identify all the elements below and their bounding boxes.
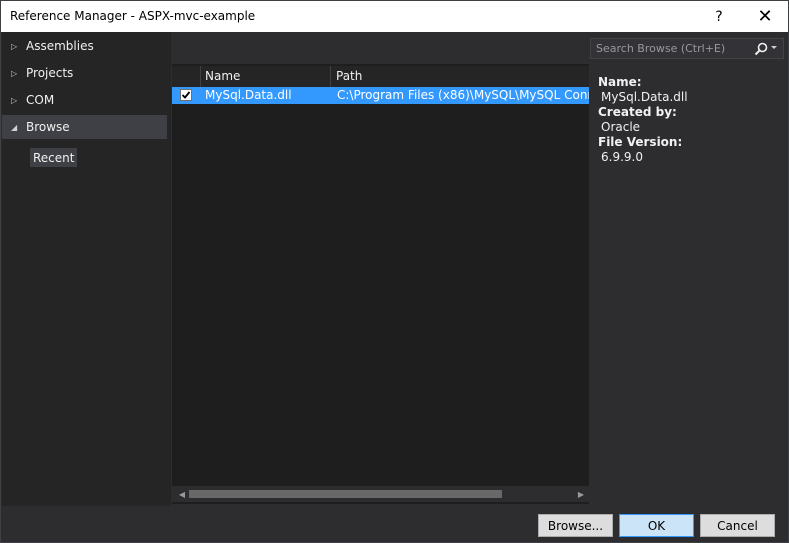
detail-name-label: Name: — [598, 75, 642, 89]
detail-name-value: MySql.Data.dll — [601, 90, 688, 104]
nav-item-com[interactable]: ▷ COM — [2, 88, 167, 112]
nav-item-label: Projects — [26, 66, 74, 80]
detail-created-value: Oracle — [601, 120, 641, 134]
left-navigation: ▷ Assemblies ▷ Projects ▷ COM ◢ Browse R… — [2, 32, 171, 506]
scrollbar-thumb[interactable] — [189, 490, 502, 498]
expand-arrow-icon: ▷ — [11, 41, 18, 51]
column-header-path[interactable]: Path — [331, 66, 594, 87]
detail-version-label: File Version: — [598, 135, 683, 149]
title-bar: Reference Manager - ASPX-mvc-example ? ✕ — [1, 1, 788, 32]
cancel-button[interactable]: Cancel — [700, 514, 775, 537]
horizontal-scrollbar[interactable]: ◀ ▶ — [172, 486, 589, 502]
ok-button[interactable]: OK — [619, 514, 694, 537]
reference-manager-dialog: Reference Manager - ASPX-mvc-example ? ✕… — [0, 0, 789, 543]
nav-item-label: Assemblies — [26, 39, 94, 53]
expand-arrow-icon: ▷ — [11, 95, 18, 105]
checkmark-icon — [181, 91, 191, 99]
nav-item-projects[interactable]: ▷ Projects — [2, 61, 167, 85]
row-checkbox[interactable] — [180, 89, 192, 101]
window-title: Reference Manager - ASPX-mvc-example — [10, 9, 256, 23]
column-headers: Name Path — [172, 66, 589, 87]
scroll-left-icon[interactable]: ◀ — [174, 486, 190, 502]
reference-list: Name Path MySql.Data.dll C:\Program File… — [172, 64, 589, 504]
details-panel: Name: MySql.Data.dll Created by: Oracle … — [590, 64, 784, 506]
nav-item-label: Browse — [26, 120, 70, 134]
table-row[interactable]: MySql.Data.dll C:\Program Files (x86)\My… — [172, 87, 589, 104]
collapse-arrow-icon: ◢ — [11, 122, 18, 132]
nav-subitem-recent[interactable]: Recent — [30, 148, 78, 167]
nav-item-assemblies[interactable]: ▷ Assemblies — [2, 34, 167, 58]
scroll-right-icon[interactable]: ▶ — [573, 486, 589, 502]
close-button[interactable]: ✕ — [742, 1, 788, 32]
search-box — [590, 38, 784, 59]
search-input[interactable] — [591, 39, 756, 58]
help-button[interactable]: ? — [696, 1, 742, 32]
row-path: C:\Program Files (x86)\MySQL\MySQL Conne… — [337, 88, 589, 102]
detail-created-label: Created by: — [598, 105, 677, 119]
search-icon[interactable] — [753, 41, 769, 57]
browse-button[interactable]: Browse... — [538, 514, 613, 537]
column-header-check[interactable] — [172, 66, 201, 87]
detail-version-value: 6.9.9.0 — [601, 150, 643, 164]
chevron-down-icon[interactable] — [771, 46, 777, 49]
nav-item-browse[interactable]: ◢ Browse — [2, 115, 167, 139]
column-header-name[interactable]: Name — [201, 66, 331, 87]
nav-item-label: COM — [26, 93, 55, 107]
expand-arrow-icon: ▷ — [11, 68, 18, 78]
row-name: MySql.Data.dll — [205, 88, 292, 102]
